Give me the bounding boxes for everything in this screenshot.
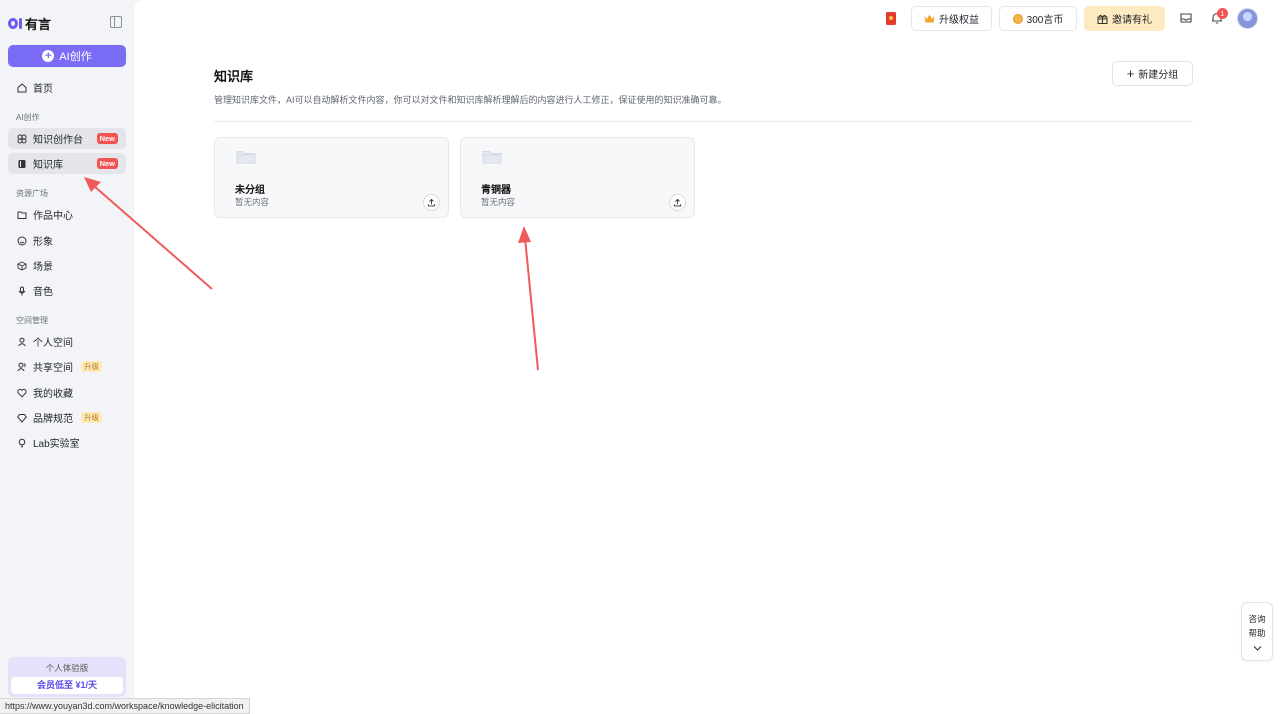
ai-create-button[interactable]: + AI创作 [8, 45, 126, 67]
sidebar-item-favorites[interactable]: 我的收藏 [8, 382, 126, 403]
new-badge: New [96, 133, 118, 144]
sidebar-item-label: 知识创作台 [33, 135, 83, 146]
group-name: 未分组 [235, 185, 265, 196]
book-icon [17, 159, 27, 169]
upgrade-benefits-label: 升级权益 [939, 15, 979, 26]
group-name: 青铜器 [481, 185, 511, 196]
help-line-1: 咨询 [1248, 614, 1266, 624]
status-bar-url: https://www.youyan3d.com/workspace/knowl… [0, 698, 250, 714]
upload-icon [673, 198, 682, 207]
sidebar-item-voice[interactable]: 音色 [8, 280, 126, 301]
sidebar-item-home[interactable]: 首页 [8, 77, 126, 98]
folder-open-icon [17, 210, 27, 220]
sidebar-item-shared-space[interactable]: 共享空间 升级 [8, 356, 126, 377]
divider [214, 121, 1193, 122]
help-widget[interactable]: 咨询 帮助 [1241, 602, 1273, 661]
sidebar-item-label: 我的收藏 [33, 389, 73, 400]
new-badge: New [96, 158, 118, 169]
heart-icon [17, 388, 27, 398]
group-card[interactable]: 未分组 暂无内容 [214, 137, 449, 218]
section-label-space: 空间管理 [16, 316, 48, 325]
user-icon [17, 337, 27, 347]
coins-button[interactable]: 300言币 [999, 6, 1077, 31]
sidebar-item-knowledge-studio[interactable]: 知识创作台 New [8, 128, 126, 149]
gift-icon [1097, 14, 1108, 24]
upload-icon [427, 198, 436, 207]
invite-label: 邀请有礼 [1112, 15, 1152, 26]
logo-icon [8, 15, 22, 31]
sidebar-item-avatar[interactable]: 形象 [8, 230, 126, 251]
page-description: 管理知识库文件，AI可以自动解析文件内容，你可以对文件和知识库解析理解后的内容进… [214, 95, 727, 105]
home-icon [17, 82, 27, 93]
plus-icon: + [1126, 65, 1135, 81]
sidebar-item-brand-guidelines[interactable]: 品牌规范 升级 [8, 407, 126, 428]
sidebar-item-lab[interactable]: Lab实验室 [8, 432, 126, 453]
group-status: 暂无内容 [235, 197, 270, 207]
section-label-ai: AI创作 [16, 113, 40, 122]
sidebar-item-knowledge-base[interactable]: 知识库 New [8, 153, 126, 174]
notification-count-badge: 1 [1217, 8, 1228, 19]
upgrade-badge: 升级 [81, 361, 102, 372]
new-group-label: 新建分组 [1138, 70, 1179, 81]
diamond-icon [17, 413, 27, 423]
upload-button[interactable] [669, 194, 686, 211]
folder-icon [236, 151, 256, 164]
inbox-icon[interactable] [1179, 11, 1193, 25]
upgrade-badge: 升级 [81, 412, 102, 423]
sidebar-item-label: 场景 [33, 262, 53, 273]
sidebar-item-scene[interactable]: 场景 [8, 255, 126, 276]
coin-icon [1012, 13, 1023, 24]
sidebar-item-label: 共享空间 [33, 363, 73, 374]
membership-button[interactable]: 会员低至 ¥1/天 [11, 677, 123, 694]
section-label-resources: 资源广场 [16, 189, 48, 198]
folder-icon [482, 151, 502, 164]
group-status: 暂无内容 [481, 197, 516, 207]
cube-icon [17, 260, 27, 271]
user-avatar[interactable] [1237, 8, 1258, 29]
plus-icon: + [42, 50, 55, 62]
sidebar-item-label: 首页 [33, 84, 53, 95]
promo-title: 个人体验版 [45, 663, 89, 673]
sidebar-collapse-icon[interactable] [110, 16, 122, 28]
sidebar-item-label: 品牌规范 [33, 414, 73, 425]
main-content: 升级权益 300言币 邀请有礼 1 知识库 管理知识库文件，AI可以自动解析文件… [134, 0, 1280, 714]
crown-icon [924, 14, 935, 23]
microphone-icon [17, 286, 27, 296]
sidebar-item-works[interactable]: 作品中心 [8, 204, 126, 225]
coins-label: 300言币 [1026, 15, 1064, 26]
chevron-down-icon[interactable] [1253, 645, 1262, 652]
sidebar-item-label: 作品中心 [33, 211, 73, 222]
users-icon [17, 362, 27, 372]
group-card[interactable]: 青铜器 暂无内容 [460, 137, 695, 218]
new-group-button[interactable]: + 新建分组 [1112, 61, 1193, 86]
ai-create-label: AI创作 [59, 51, 92, 63]
brand-logo[interactable]: 有言 [8, 13, 51, 33]
brand-name: 有言 [25, 16, 52, 32]
membership-promo: 个人体验版 会员低至 ¥1/天 [8, 657, 126, 697]
red-packet-icon[interactable] [886, 12, 896, 25]
sidebar-item-label: 形象 [33, 237, 53, 248]
bulb-icon [17, 438, 27, 448]
sidebar-item-label: 个人空间 [33, 338, 73, 349]
sidebar-item-label: 音色 [33, 287, 53, 298]
smile-icon [17, 236, 27, 246]
sidebar: 有言 + AI创作 首页 AI创作 知识创作台 New 知识库 New 资源广场… [0, 0, 134, 714]
sidebar-item-label: Lab实验室 [33, 439, 80, 450]
help-line-2: 帮助 [1248, 628, 1266, 638]
sidebar-item-label: 知识库 [33, 160, 63, 171]
sidebar-item-personal-space[interactable]: 个人空间 [8, 331, 126, 352]
upload-button[interactable] [423, 194, 440, 211]
knowledge-studio-icon [17, 134, 27, 144]
upgrade-benefits-button[interactable]: 升级权益 [911, 6, 992, 31]
invite-button[interactable]: 邀请有礼 [1084, 6, 1165, 31]
page-title: 知识库 [214, 69, 254, 84]
